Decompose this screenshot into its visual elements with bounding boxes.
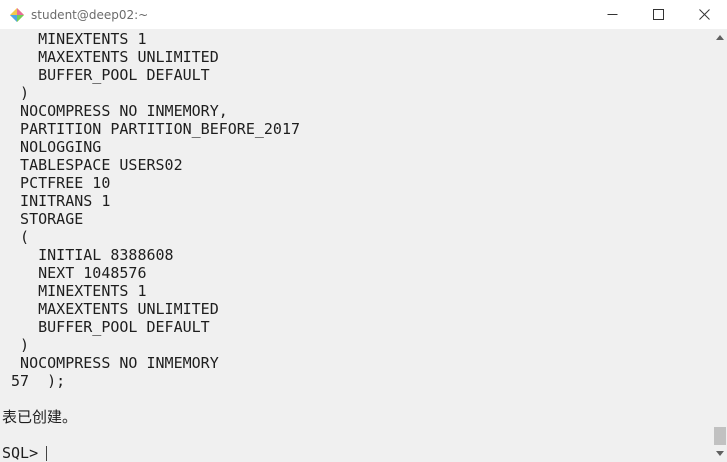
scroll-down-button[interactable]	[713, 445, 727, 462]
terminal-line: 表已创建。	[2, 408, 78, 426]
terminal-line: MINEXTENTS 1	[2, 30, 147, 48]
terminal-output[interactable]: MINEXTENTS 1 MAXEXTENTS UNLIMITED BUFFER…	[0, 29, 713, 462]
terminal-line: PARTITION PARTITION_BEFORE_2017	[2, 120, 301, 138]
putty-diamond-icon[interactable]	[9, 7, 25, 23]
maximize-icon	[652, 9, 664, 20]
window-controls	[589, 0, 727, 29]
window-title: student@deep02:~	[31, 7, 149, 22]
terminal-line: PCTFREE 10	[2, 174, 111, 192]
terminal-window: student@deep02:~ MINEXTENTS 1 MAXEXTENTS…	[0, 0, 727, 462]
terminal-line: NOLOGGING	[2, 138, 102, 156]
terminal-line: MAXEXTENTS UNLIMITED	[2, 300, 219, 318]
terminal-line: )	[2, 84, 30, 102]
terminal-line: (	[2, 228, 30, 246]
arrow-down-icon	[716, 451, 724, 456]
terminal-line: MINEXTENTS 1	[2, 282, 147, 300]
close-icon	[698, 9, 710, 20]
terminal-line: INITIAL 8388608	[2, 246, 174, 264]
terminal-line: )	[2, 336, 30, 354]
terminal-line: MAXEXTENTS UNLIMITED	[2, 48, 219, 66]
terminal-line: NEXT 1048576	[2, 264, 147, 282]
minimize-button[interactable]	[589, 0, 635, 29]
sql-prompt: SQL>	[2, 444, 39, 462]
terminal-line: TABLESPACE USERS02	[2, 156, 183, 174]
terminal-line: STORAGE	[2, 210, 84, 228]
scroll-up-button[interactable]	[713, 29, 727, 46]
minimize-icon	[607, 14, 617, 15]
terminal-line: NOCOMPRESS NO INMEMORY	[2, 354, 219, 372]
terminal-line: BUFFER_POOL DEFAULT	[2, 66, 210, 84]
command-prompt[interactable]: SQL>	[2, 444, 300, 462]
terminal-line: INITRANS 1	[2, 192, 111, 210]
terminal-line: NOCOMPRESS NO INMEMORY,	[2, 102, 228, 120]
text-cursor	[46, 445, 48, 461]
terminal-line: BUFFER_POOL DEFAULT	[2, 318, 210, 336]
title-bar[interactable]: student@deep02:~	[0, 0, 727, 29]
arrow-up-icon	[716, 35, 724, 40]
scrollbar-thumb[interactable]	[714, 427, 726, 445]
terminal-lines: MINEXTENTS 1 MAXEXTENTS UNLIMITED BUFFER…	[2, 30, 300, 462]
vertical-scrollbar[interactable]	[713, 29, 727, 462]
close-button[interactable]	[681, 0, 727, 29]
maximize-button[interactable]	[635, 0, 681, 29]
terminal-line: 57 );	[2, 372, 66, 390]
